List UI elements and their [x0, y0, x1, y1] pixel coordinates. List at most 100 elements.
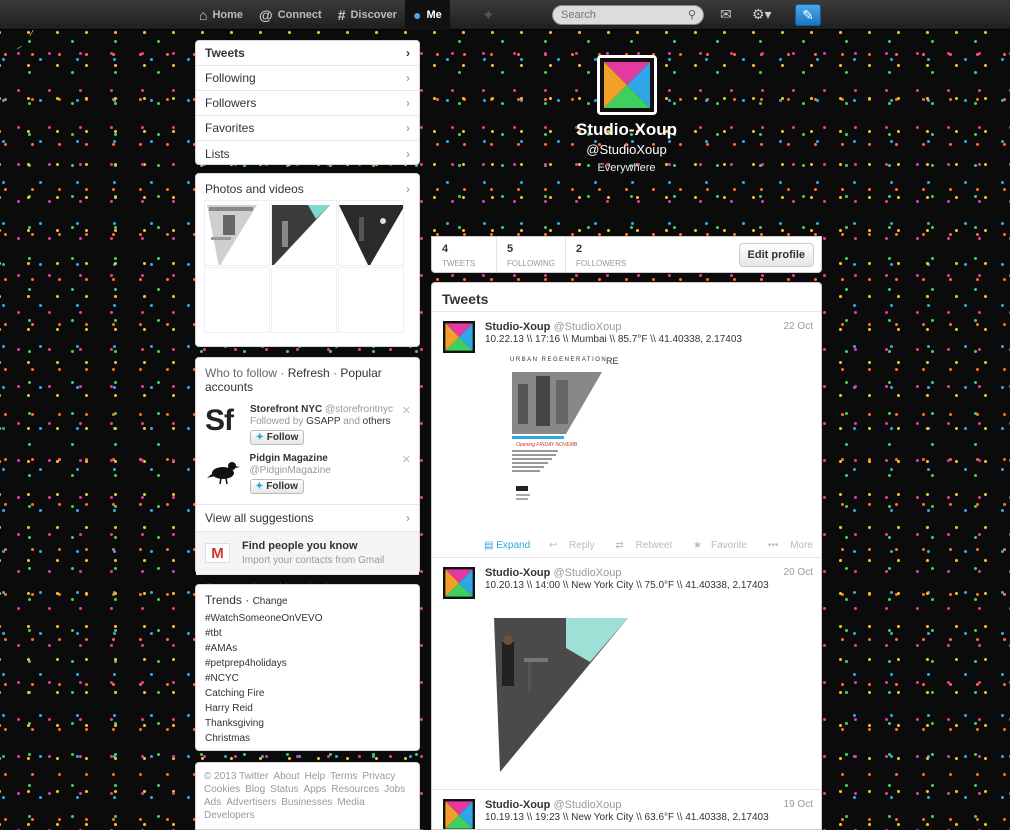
view-all-suggestions[interactable]: View all suggestions ›	[196, 504, 419, 531]
messages-envelope-icon[interactable]: ✉	[720, 6, 732, 23]
footer-link[interactable]: Blog	[245, 784, 265, 795]
star-icon: ★	[693, 540, 702, 551]
footer-link[interactable]: Resources	[331, 784, 379, 795]
tweet-author-handle: @StudioXoup	[553, 321, 622, 333]
refresh-link[interactable]: Refresh	[288, 366, 330, 380]
suggestion-handle: @PidginMagazine	[249, 465, 331, 476]
footer-link[interactable]: Cookies	[204, 784, 240, 795]
reply-action[interactable]: ↩ Reply	[540, 540, 595, 551]
storefront-avatar[interactable]: Sf	[205, 404, 243, 438]
menu-item-lists[interactable]: Lists ›	[196, 141, 419, 166]
trend-item[interactable]: #AMAs	[196, 641, 419, 656]
dismiss-close-icon[interactable]: ✕	[402, 453, 411, 466]
nav-connect[interactable]: @ Connect	[251, 0, 330, 30]
follow-button[interactable]: ✦ Follow	[250, 430, 304, 445]
trend-item[interactable]: #NCYC	[196, 671, 419, 686]
tweet-item[interactable]: Studio-Xoup @StudioXoup 19 Oct 10.19.13 …	[432, 790, 821, 830]
nav-home[interactable]: ⌂ Home	[191, 0, 251, 30]
follow-label: Follow	[266, 432, 299, 443]
trend-item[interactable]: Catching Fire	[196, 686, 419, 701]
nav-me[interactable]: ● Me	[404, 0, 450, 30]
footer-link[interactable]: Privacy	[362, 771, 395, 782]
tweet-avatar[interactable]	[443, 567, 475, 599]
dismiss-close-icon[interactable]: ✕	[402, 404, 411, 417]
who-to-follow-title: Who to follow	[205, 366, 278, 380]
profile-avatar[interactable]	[597, 55, 657, 115]
photo-thumbnail[interactable]	[271, 200, 337, 266]
footer-link[interactable]: Apps	[304, 784, 327, 795]
menu-item-label: Lists	[205, 146, 230, 161]
retweet-action[interactable]: ⇄ Retweet	[606, 540, 672, 551]
search-input[interactable]	[553, 6, 679, 24]
stat-followers[interactable]: 2 Followers	[566, 237, 636, 272]
tweet-avatar[interactable]	[443, 321, 475, 353]
trends-header: Trends · Change	[205, 593, 288, 607]
poster-title-text: URBAN REGENERATION	[510, 357, 607, 363]
suggestion-name[interactable]: Pidgin Magazine	[250, 453, 328, 464]
follow-button[interactable]: ✦ Follow	[249, 479, 304, 494]
trend-item[interactable]: Christmas	[196, 731, 419, 746]
photo-thumbnail[interactable]	[271, 267, 337, 333]
tweet-item[interactable]: Studio-Xoup @StudioXoup 22 Oct 10.22.13 …	[432, 312, 821, 558]
pidgin-avatar[interactable]	[205, 453, 243, 487]
tweet-media-poster[interactable]: URBAN REGENERATION RE Opening FRIDAY NOV…	[506, 354, 636, 534]
tweet-timestamp[interactable]: 20 Oct	[784, 567, 813, 578]
photo-thumbnail[interactable]	[204, 200, 270, 266]
menu-item-followers[interactable]: Followers ›	[196, 91, 419, 116]
tweet-author[interactable]: Studio-Xoup @StudioXoup	[485, 799, 621, 811]
tweet-author[interactable]: Studio-Xoup @StudioXoup	[485, 567, 621, 579]
footer-link[interactable]: About	[273, 771, 299, 782]
footer-link[interactable]: Status	[270, 784, 298, 795]
search-icon[interactable]: ⚲	[688, 8, 696, 21]
trend-item[interactable]: #WatchSomeoneOnVEVO	[196, 611, 419, 626]
trend-item[interactable]: Thanksgiving	[196, 716, 419, 731]
chevron-right-icon: ›	[406, 511, 410, 525]
stat-tweets[interactable]: 4 Tweets	[432, 237, 497, 272]
tweet-item[interactable]: Studio-Xoup @StudioXoup 20 Oct 10.20.13 …	[432, 558, 821, 790]
footer-link[interactable]: Ads	[204, 797, 221, 808]
suggestion-name[interactable]: Storefront NYC	[250, 404, 322, 415]
menu-item-following[interactable]: Following ›	[196, 66, 419, 91]
edit-profile-button[interactable]: Edit profile	[738, 243, 814, 267]
photos-header[interactable]: Photos and videos ›	[196, 174, 419, 200]
footer-link[interactable]: Media	[337, 797, 364, 808]
photo-thumbnail[interactable]	[204, 267, 270, 333]
settings-gear-icon[interactable]: ⚙▾	[752, 6, 772, 23]
suggestion-row: Sf Storefront NYC @storefrontnyc Followe…	[196, 400, 419, 449]
compose-tweet-button[interactable]: ✎	[795, 4, 821, 26]
footer-link[interactable]: Advertisers	[226, 797, 276, 808]
trend-item[interactable]: Harry Reid	[196, 701, 419, 716]
photo-thumbnail[interactable]	[338, 267, 404, 333]
stat-following[interactable]: 5 Following	[497, 237, 567, 272]
find-people-row[interactable]: M Find people you know Import your contac…	[196, 531, 419, 575]
menu-item-label: Followers	[205, 96, 257, 110]
followed-by-others-link[interactable]: others	[363, 416, 391, 427]
footer-link[interactable]: Jobs	[384, 784, 405, 795]
footer-link[interactable]: Developers	[204, 810, 255, 821]
change-link[interactable]: Change	[253, 596, 288, 607]
photo-thumbnail[interactable]	[338, 200, 404, 266]
twitter-bird-icon[interactable]: ✦	[482, 6, 495, 24]
tweet-author[interactable]: Studio-Xoup @StudioXoup	[485, 321, 621, 333]
favorite-action[interactable]: ★ Favorite	[684, 540, 747, 551]
footer-link[interactable]: Terms	[330, 771, 357, 782]
tweet-timestamp[interactable]: 22 Oct	[784, 321, 813, 332]
menu-item-tweets[interactable]: Tweets ›	[196, 41, 419, 66]
who-to-follow-card: Who to follow · Refresh · Popular accoun…	[195, 357, 420, 593]
tweet-author-name: Studio-Xoup	[485, 567, 551, 579]
expand-link[interactable]: ▤ Expand	[484, 540, 530, 551]
trend-item[interactable]: #petprep4holidays	[196, 656, 419, 671]
nav-discover[interactable]: # Discover	[330, 0, 405, 30]
followed-by-text: Followed by GSAPP and others	[250, 416, 390, 427]
followed-by-and: and	[343, 416, 360, 427]
trend-item[interactable]: #tbt	[196, 626, 419, 641]
more-action[interactable]: ••• More	[759, 540, 813, 551]
footer-link[interactable]: Help	[305, 771, 326, 782]
footer-link[interactable]: Businesses	[281, 797, 332, 808]
tweet-timestamp[interactable]: 19 Oct	[784, 799, 813, 810]
tweet-media-photo[interactable]	[494, 618, 630, 774]
menu-item-favorites[interactable]: Favorites ›	[196, 116, 419, 141]
followed-by-user-link[interactable]: GSAPP	[306, 416, 340, 427]
chevron-right-icon: ›	[406, 96, 410, 110]
tweet-avatar[interactable]	[443, 799, 475, 830]
